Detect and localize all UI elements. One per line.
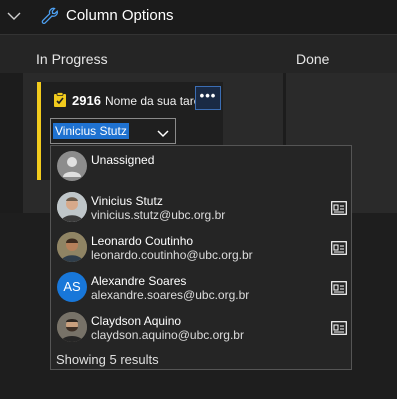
person-option[interactable]: Vinicius Stutz vinicius.stutz@ubc.org.br [51,188,351,228]
person-option[interactable]: AS Alexandre Soares alexandre.soares@ubc… [51,268,351,308]
contact-card-icon[interactable] [331,281,347,298]
column-header-in-progress: In Progress [36,51,108,67]
contact-card-icon[interactable] [331,201,347,218]
more-actions-button[interactable]: ••• [195,86,221,110]
person-email: alexandre.soares@ubc.org.br [91,288,250,302]
person-name: Vinicius Stutz [91,194,163,208]
person-name: Leonardo Coutinho [91,234,194,248]
chevron-down-icon[interactable] [157,126,169,141]
contact-card-icon[interactable] [331,241,347,258]
avatar [57,312,87,342]
assignee-combobox[interactable]: Vinicius Stutz [50,118,176,144]
lane-gutter [0,73,23,213]
avatar-initials: AS [57,272,87,302]
column-header-done: Done [296,51,330,67]
toolbar: Column Options [0,0,397,34]
person-email: claydson.aquino@ubc.org.br [91,328,244,342]
person-option[interactable]: Claydson Aquino claydson.aquino@ubc.org.… [51,308,351,348]
avatar: AS [57,272,87,302]
avatar [57,192,87,222]
chevron-down-icon[interactable] [6,10,22,25]
results-count: Showing 5 results [56,352,159,367]
wrench-icon [40,6,60,29]
person-option[interactable]: Leonardo Coutinho leonardo.coutinho@ubc.… [51,228,351,268]
contact-card-icon[interactable] [331,321,347,338]
option-label: Unassigned [91,153,155,167]
person-email: leonardo.coutinho@ubc.org.br [91,248,253,262]
person-name: Alexandre Soares [91,274,187,288]
column-options-button[interactable]: Column Options [66,7,174,24]
person-email: vinicius.stutz@ubc.org.br [91,208,226,222]
person-name: Claydson Aquino [91,314,182,328]
assignee-input-value[interactable]: Vinicius Stutz [53,123,129,139]
people-picker-dropdown: Unassigned Vinicius Stutz vinicius.stutz… [50,145,352,370]
avatar [57,232,87,262]
task-clipboard-icon [53,92,67,111]
work-item-id: 2916 [72,93,101,108]
option-unassigned[interactable]: Unassigned [51,146,351,186]
unassigned-avatar-icon [57,151,87,181]
